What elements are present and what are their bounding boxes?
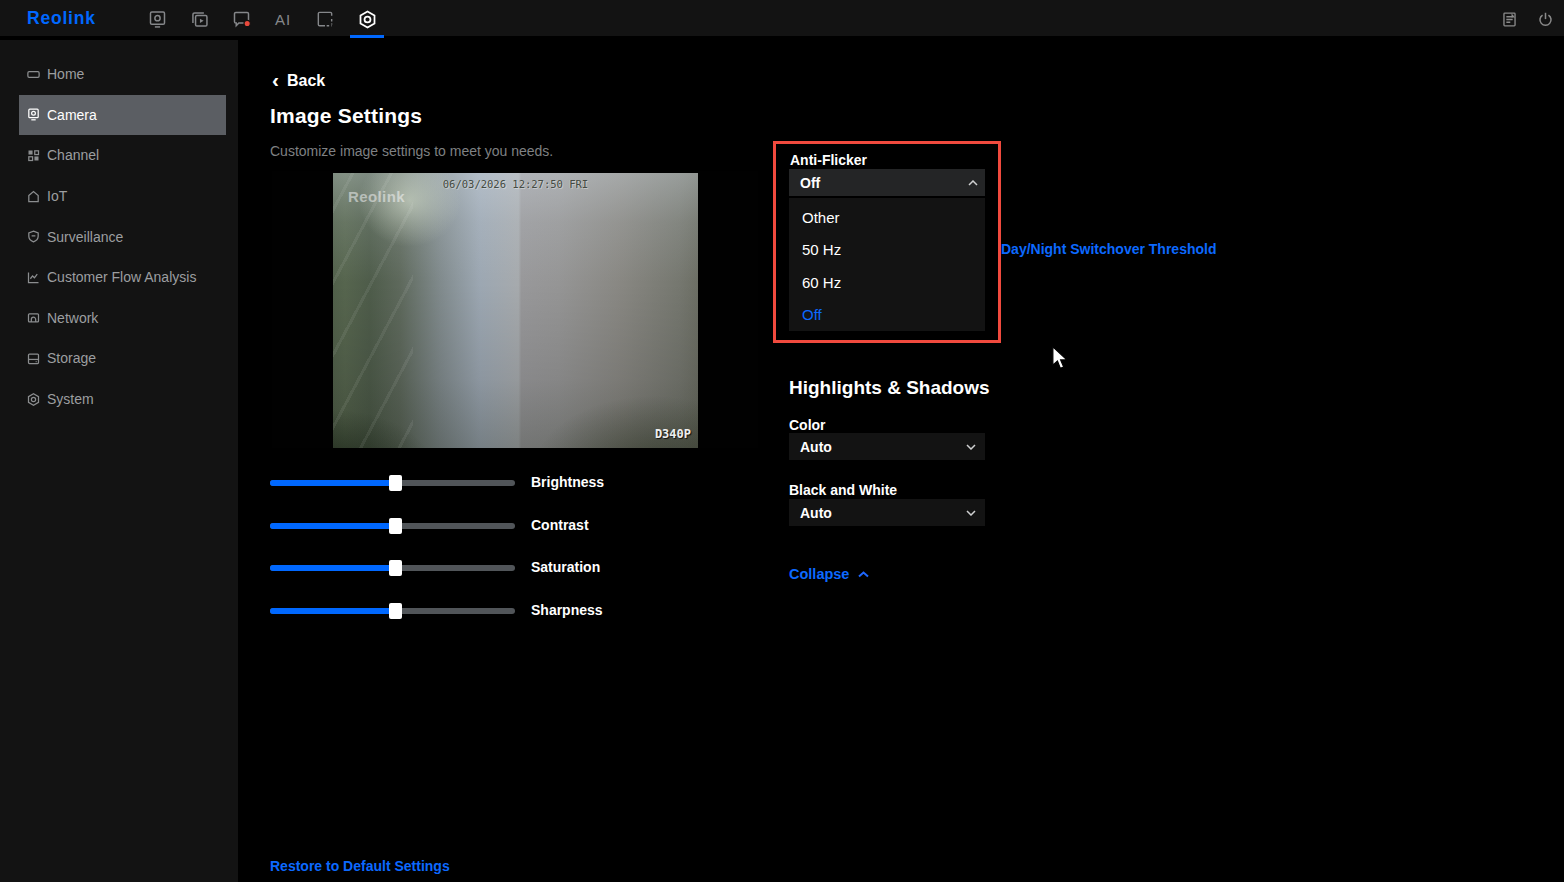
highlights-shadows-title: Highlights & Shadows — [789, 377, 990, 399]
anti-flicker-label: Anti-Flicker — [790, 152, 867, 168]
display-icon — [147, 9, 168, 30]
tab-messages[interactable] — [227, 0, 255, 38]
storage-icon — [26, 351, 41, 366]
page-subtitle: Customize image settings to meet you nee… — [270, 143, 553, 159]
contrast-label: Contrast — [531, 517, 589, 533]
sharpness-slider-thumb[interactable] — [389, 603, 402, 619]
saturation-label: Saturation — [531, 559, 600, 575]
power-icon — [1536, 10, 1555, 29]
sidebar-item-surveillance[interactable]: Surveillance — [19, 216, 226, 257]
collapse-link[interactable]: Collapse — [789, 566, 869, 582]
sharpness-slider-fill — [270, 608, 395, 614]
page: Reolink AI — [0, 0, 1564, 882]
saturation-slider[interactable]: Saturation — [270, 565, 515, 571]
brightness-label: Brightness — [531, 474, 604, 490]
sidebar-item-home[interactable]: Home — [19, 54, 226, 95]
log-button[interactable] — [1498, 0, 1520, 38]
contrast-slider-thumb[interactable] — [389, 518, 402, 534]
sharpness-label: Sharpness — [531, 602, 603, 618]
color-label: Color — [789, 417, 826, 433]
contrast-slider[interactable]: Contrast — [270, 523, 515, 529]
chevron-up-icon — [968, 180, 978, 186]
topbar-nav: AI — [143, 0, 381, 38]
restore-defaults-link[interactable]: Restore to Default Settings — [270, 858, 450, 874]
reolink-logo: Reolink — [27, 0, 96, 37]
notification-dot — [244, 20, 250, 26]
option-60hz[interactable]: 60 Hz — [789, 266, 985, 299]
tab-ai[interactable]: AI — [269, 0, 297, 38]
channel-icon — [26, 148, 41, 163]
ai-icon: AI — [275, 11, 291, 28]
system-gear-icon — [26, 392, 41, 407]
chevron-down-icon — [966, 444, 976, 450]
anti-flicker-select[interactable]: Off — [789, 169, 985, 196]
collapse-chevron-up-icon — [858, 571, 869, 578]
sidebar-item-camera[interactable]: Camera — [19, 95, 226, 136]
sidebar-item-customer-flow[interactable]: Customer Flow Analysis — [19, 257, 226, 298]
tab-playback[interactable] — [185, 0, 213, 38]
anti-flicker-options: Other 50 Hz 60 Hz Off — [789, 198, 985, 331]
power-button[interactable] — [1534, 0, 1556, 38]
camera-video-frame: 06/03/2026 12:27:50 FRI Reolink D340P — [333, 173, 698, 448]
sidebar-item-network[interactable]: Network — [19, 298, 226, 339]
saturation-slider-thumb[interactable] — [389, 560, 402, 576]
shield-icon — [26, 229, 41, 244]
chart-icon — [26, 270, 41, 285]
sidebar-item-storage[interactable]: Storage — [19, 338, 226, 379]
iot-icon — [26, 189, 41, 204]
contrast-slider-fill — [270, 523, 395, 529]
video-watermark: Reolink — [348, 188, 405, 205]
tab-scenes[interactable] — [311, 0, 339, 38]
camera-icon — [26, 107, 41, 122]
gear-icon — [357, 9, 378, 30]
network-icon — [26, 310, 41, 325]
saturation-slider-fill — [270, 565, 395, 571]
sidebar-item-system[interactable]: System — [19, 379, 226, 420]
anti-flicker-highlight-box: Anti-Flicker Off Other 50 Hz 60 Hz Off — [773, 141, 1001, 343]
brightness-slider-fill — [270, 480, 395, 486]
home-icon — [26, 67, 41, 82]
video-model-label: D340P — [655, 427, 691, 441]
page-title: Image Settings — [270, 104, 422, 128]
topbar-right — [1498, 0, 1556, 38]
color-select[interactable]: Auto — [789, 433, 985, 460]
topbar: Reolink AI — [0, 0, 1564, 38]
scene-frame-icon — [315, 9, 335, 29]
sidebar: Home Camera Channel IoT Surveillance Cus… — [0, 40, 238, 882]
back-button[interactable]: ‹Back — [272, 72, 325, 90]
log-icon — [1500, 10, 1519, 29]
back-chevron-icon: ‹ — [272, 73, 279, 87]
sharpness-slider[interactable]: Sharpness — [270, 608, 515, 614]
camera-preview: 06/03/2026 12:27:50 FRI Reolink D340P — [272, 171, 758, 448]
black-white-label: Black and White — [789, 482, 897, 498]
tab-display[interactable] — [143, 0, 171, 38]
option-other[interactable]: Other — [789, 201, 985, 234]
chevron-down-icon — [966, 510, 976, 516]
option-off[interactable]: Off — [789, 299, 985, 332]
mouse-cursor — [1051, 345, 1070, 372]
tab-settings[interactable] — [353, 0, 381, 38]
brightness-slider-thumb[interactable] — [389, 475, 402, 491]
messages-icon — [231, 9, 252, 30]
sidebar-item-iot[interactable]: IoT — [19, 176, 226, 217]
day-night-threshold-link[interactable]: Day/Night Switchover Threshold — [1001, 241, 1216, 257]
sidebar-item-channel[interactable]: Channel — [19, 135, 226, 176]
option-50hz[interactable]: 50 Hz — [789, 234, 985, 267]
black-white-select[interactable]: Auto — [789, 499, 985, 526]
brightness-slider[interactable]: Brightness — [270, 480, 515, 486]
playback-icon — [189, 9, 210, 30]
